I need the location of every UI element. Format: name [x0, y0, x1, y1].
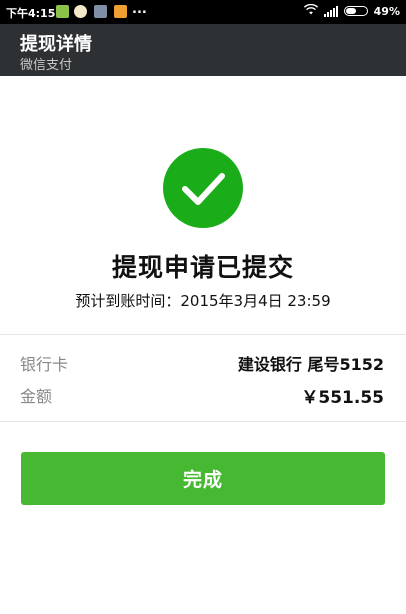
success-checkmark-icon — [163, 148, 243, 228]
done-button[interactable]: 完成 — [21, 452, 385, 505]
bank-card-label: 银行卡 — [20, 355, 69, 374]
chat-notification-icon — [74, 5, 87, 18]
bank-card-row: 银行卡 建设银行 尾号5152 — [20, 351, 384, 375]
status-indicators: 49% — [303, 3, 400, 18]
battery-level-fill — [345, 8, 356, 14]
more-notifications-indicator: ... — [132, 2, 147, 17]
signal-icon — [323, 5, 338, 17]
divider — [0, 334, 406, 335]
amount-value: ￥551.55 — [301, 388, 384, 408]
photo-notification-icon — [94, 5, 107, 18]
amount-label: 金额 — [20, 387, 53, 406]
divider — [0, 421, 406, 422]
battery-percent: 49% — [373, 4, 400, 18]
amount-row: 金额 ￥551.55 — [20, 383, 384, 408]
battery-icon — [343, 6, 368, 16]
wifi-icon — [303, 3, 318, 18]
title-bar: 提现详情 微信支付 — [0, 24, 406, 76]
page-subtitle: 微信支付 — [20, 58, 73, 73]
estimated-arrival-time: 预计到账时间：2015年3月4日 23:59 — [75, 292, 331, 310]
bank-card-value: 建设银行 尾号5152 — [237, 355, 384, 374]
status-heading: 提现申请已提交 — [111, 253, 294, 282]
status-bar: 下午4:15 ... 49% — [0, 0, 406, 24]
status-time: 下午4:15 — [6, 7, 56, 20]
download-notification-icon — [114, 5, 127, 18]
app-notification-icon — [56, 5, 69, 18]
page-title: 提现详情 — [20, 34, 92, 55]
